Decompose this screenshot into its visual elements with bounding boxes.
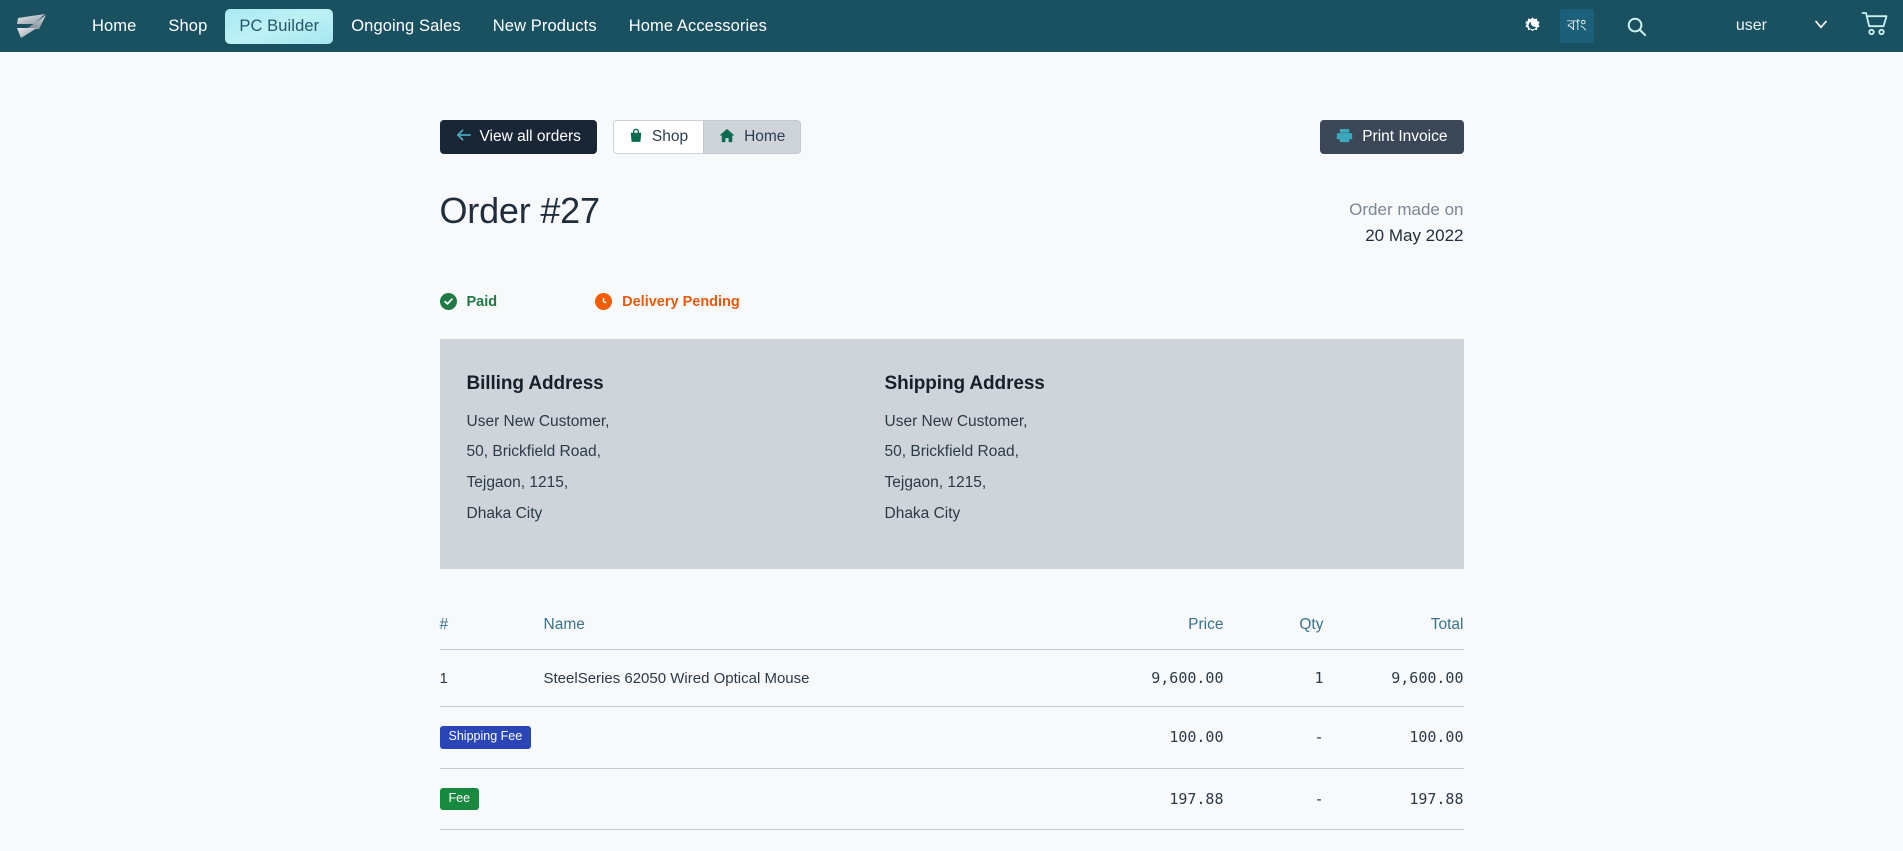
shop-button-label: Shop <box>651 128 689 146</box>
billing-address-line: Tejgaon, 1215, <box>466 474 569 492</box>
row-qty: 1 <box>1223 649 1324 708</box>
order-header: Order #27 Order made on 20 May 2022 <box>440 190 1464 249</box>
nav-link-ongoing-sales[interactable]: Ongoing Sales <box>337 9 475 44</box>
search-icon[interactable] <box>1618 7 1656 45</box>
row-total: 100.00 <box>1323 706 1464 769</box>
print-invoice-label: Print Invoice <box>1362 128 1448 146</box>
order-status-row: Paid Delivery Pending <box>439 291 1464 313</box>
fee-badge: Fee <box>439 787 480 810</box>
shipping-address-title: Shipping Address <box>884 372 1045 394</box>
print-invoice-button[interactable]: Print Invoice <box>1320 120 1464 154</box>
row-qty: - <box>1223 706 1324 769</box>
language-toggle-button[interactable]: বাং <box>1559 9 1594 43</box>
shipping-address-block: Shipping Address User New Customer, 50, … <box>858 373 1045 530</box>
sun-moon-icon[interactable] <box>1514 7 1552 45</box>
view-all-orders-button[interactable]: View all orders <box>439 120 597 154</box>
nav-link-home-accessories[interactable]: Home Accessories <box>615 9 781 44</box>
nav-link-pc-builder[interactable]: PC Builder <box>225 8 334 44</box>
address-panel: Billing Address User New Customer, 50, B… <box>439 338 1464 570</box>
user-menu-label[interactable]: user <box>1736 17 1767 35</box>
column-header-name: Name <box>543 616 1064 651</box>
status-badge-delivery: Delivery Pending <box>595 293 740 311</box>
navbar-actions: বাং user <box>1514 7 1889 45</box>
page-title: Order #27 <box>439 190 600 231</box>
row-total: 9,600.00 <box>1323 649 1464 708</box>
column-header-price: Price <box>1063 616 1224 651</box>
billing-address-block: Billing Address User New Customer, 50, B… <box>440 373 858 530</box>
shipping-address-line: 50, Brickfield Road, <box>884 443 1019 461</box>
row-badge-cell: Shipping Fee <box>439 706 544 769</box>
row-product-name <box>543 768 1064 830</box>
shipping-fee-badge: Shipping Fee <box>439 726 532 749</box>
page-body: View all orders Shop Home Print Invoice … <box>0 52 1903 851</box>
brand-logo-icon[interactable] <box>10 6 54 46</box>
check-circle-icon <box>439 293 457 311</box>
primary-nav: Home Shop PC Builder Ongoing Sales New P… <box>78 8 781 44</box>
table-row: Shipping Fee 100.00 - 100.00 <box>439 706 1464 769</box>
order-date-label: Order made on <box>1349 200 1464 219</box>
table-head: # Name Price Qty Total <box>439 616 1464 651</box>
order-date-value: 20 May 2022 <box>1365 225 1464 245</box>
shipping-address-line: User New Customer, <box>884 412 1028 430</box>
row-product-name <box>543 706 1064 769</box>
view-all-orders-label: View all orders <box>479 128 581 146</box>
status-badge-paid: Paid <box>439 293 498 311</box>
top-navbar: Home Shop PC Builder Ongoing Sales New P… <box>0 0 1903 52</box>
home-button-label: Home <box>744 128 786 146</box>
row-product-name: SteelSeries 62050 Wired Optical Mouse <box>543 649 1064 708</box>
print-invoice-wrapper: Print Invoice <box>1320 120 1464 154</box>
shipping-address-line: Dhaka City <box>884 504 961 522</box>
column-header-total: Total <box>1323 616 1464 651</box>
home-button[interactable]: Home <box>703 120 802 154</box>
nav-link-home[interactable]: Home <box>78 9 150 44</box>
chevron-down-icon[interactable] <box>1811 14 1831 39</box>
status-paid-label: Paid <box>466 293 498 310</box>
nav-link-new-products[interactable]: New Products <box>479 9 611 44</box>
row-index: 1 <box>439 649 544 708</box>
order-container: View all orders Shop Home Print Invoice … <box>439 120 1464 851</box>
table-header-row: # Name Price Qty Total <box>439 616 1464 651</box>
billing-address-line: 50, Brickfield Road, <box>466 443 601 461</box>
table-row: 1 SteelSeries 62050 Wired Optical Mouse … <box>439 649 1464 708</box>
printer-icon <box>1336 128 1353 147</box>
shopping-cart-icon[interactable] <box>1861 11 1889 42</box>
order-toolbar: View all orders Shop Home Print Invoice <box>439 120 1464 154</box>
row-qty: - <box>1223 768 1324 830</box>
shop-button[interactable]: Shop <box>612 120 705 154</box>
row-badge-cell: Fee <box>439 768 544 830</box>
clock-circle-icon <box>595 293 613 311</box>
order-items-table: # Name Price Qty Total 1 SteelSeries 620… <box>439 616 1464 830</box>
table-body: 1 SteelSeries 62050 Wired Optical Mouse … <box>439 649 1464 830</box>
column-header-index: # <box>439 616 544 651</box>
row-price: 9,600.00 <box>1063 649 1224 708</box>
shopping-bag-icon <box>629 128 643 147</box>
shipping-address-line: Tejgaon, 1215, <box>884 474 987 492</box>
arrow-left-icon <box>456 128 471 146</box>
order-date-block: Order made on 20 May 2022 <box>1349 190 1463 249</box>
status-delivery-label: Delivery Pending <box>622 293 740 310</box>
billing-address-line: Dhaka City <box>466 504 543 522</box>
row-total: 197.88 <box>1323 768 1464 830</box>
row-price: 100.00 <box>1063 706 1224 769</box>
row-price: 197.88 <box>1063 768 1224 830</box>
nav-button-group: Shop Home <box>612 120 802 154</box>
nav-link-shop[interactable]: Shop <box>154 9 221 44</box>
table-row: Fee 197.88 - 197.88 <box>439 768 1464 830</box>
column-header-qty: Qty <box>1223 616 1324 651</box>
billing-address-title: Billing Address <box>466 372 604 394</box>
billing-address-line: User New Customer, <box>466 412 610 430</box>
home-icon <box>719 128 735 147</box>
